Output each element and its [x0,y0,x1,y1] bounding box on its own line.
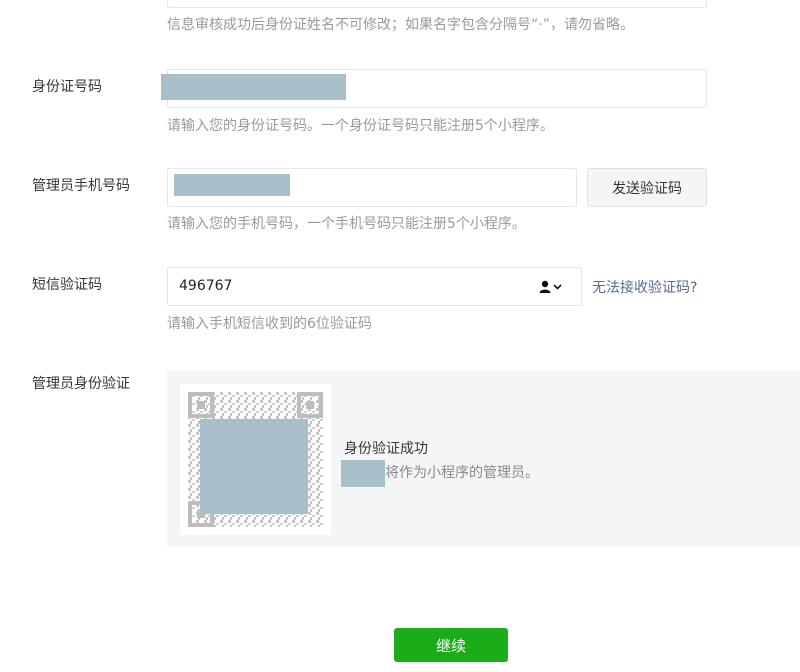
id-number-hint: 请输入您的身份证号码。一个身份证号码只能注册5个小程序。 [167,118,554,134]
sms-code-input[interactable]: 496767 [167,267,582,306]
contact-autofill-icon[interactable] [538,279,564,295]
admin-verify-panel: 身份验证成功 将作为小程序的管理员。 [167,371,800,547]
id-number-redaction [161,74,346,100]
verify-success-title: 身份验证成功 [344,441,428,457]
phone-hint: 请输入您的手机号码，一个手机号码只能注册5个小程序。 [167,216,526,232]
qr-redaction [200,419,308,514]
continue-button[interactable]: 继续 [394,628,508,662]
admin-verify-label: 管理员身份验证 [32,376,130,392]
sms-code-label: 短信验证码 [32,277,102,293]
cannot-receive-code-link[interactable]: 无法接收验证码? [592,277,697,297]
admin-name-redaction [341,460,385,487]
verify-success-desc: 将作为小程序的管理员。 [385,465,539,481]
send-code-button[interactable]: 发送验证码 [587,168,707,207]
id-number-label: 身份证号码 [32,79,102,95]
qr-code [180,384,331,535]
name-input[interactable] [167,0,707,8]
name-hint: 信息审核成功后身份证姓名不可修改；如果名字包含分隔号“·”，请勿省略。 [167,17,634,33]
phone-label: 管理员手机号码 [32,178,130,194]
phone-redaction [174,174,290,196]
sms-code-hint: 请输入手机短信收到的6位验证码 [167,316,372,332]
sms-code-value: 496767 [179,278,233,294]
